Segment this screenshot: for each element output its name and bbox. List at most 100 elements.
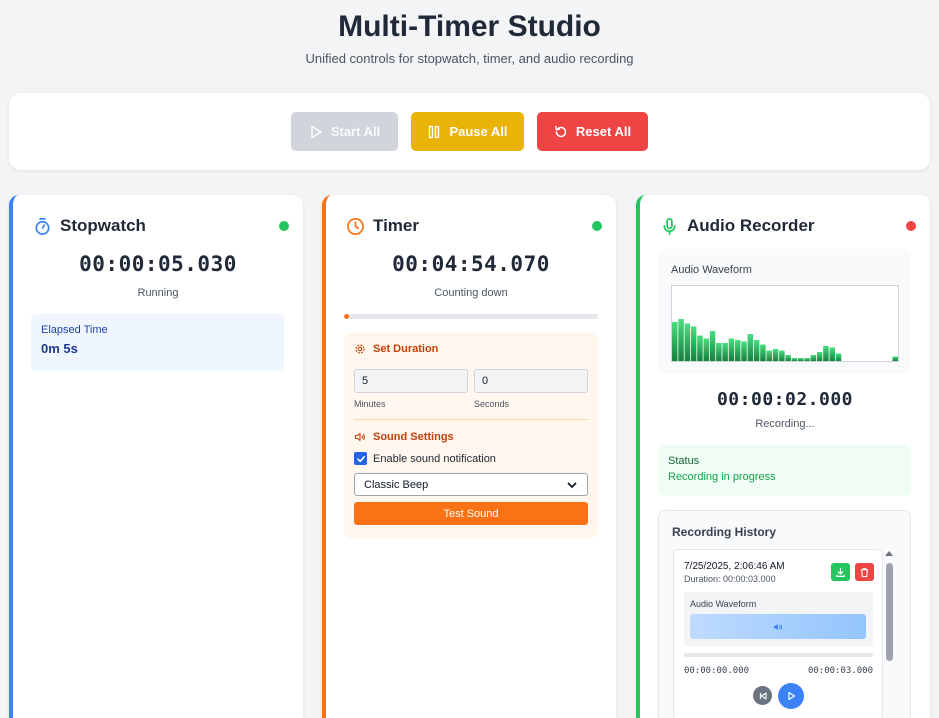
enable-sound-row: Enable sound notification bbox=[354, 452, 588, 465]
play-icon bbox=[311, 125, 322, 138]
page-header: Multi-Timer Studio Unified controls for … bbox=[0, 8, 939, 66]
waveform-bar bbox=[697, 335, 703, 361]
sound-settings-heading: Sound Settings bbox=[354, 431, 588, 443]
waveform-bars bbox=[672, 319, 898, 361]
waveform-bar bbox=[766, 350, 772, 361]
timer-title-text: Timer bbox=[373, 216, 419, 235]
waveform-bar bbox=[816, 352, 823, 361]
play-button[interactable] bbox=[778, 683, 804, 709]
playback-current-time: 00:00:00.000 bbox=[684, 666, 750, 676]
scroll-up-arrow[interactable] bbox=[885, 551, 893, 556]
waveform-bar bbox=[798, 358, 804, 361]
start-all-label: Start All bbox=[330, 124, 381, 139]
global-controls-panel: Start All Pause All Reset All bbox=[9, 93, 930, 170]
waveform-bar bbox=[703, 338, 709, 361]
gear-icon bbox=[355, 344, 365, 354]
waveform-bar bbox=[804, 358, 810, 361]
recorder-title-text: Audio Recorder bbox=[687, 216, 815, 235]
timer-card: Timer 00:04:54.070 Counting down Set Dur… bbox=[322, 195, 616, 718]
waveform-bar bbox=[722, 343, 728, 361]
stopwatch-status-dot bbox=[279, 221, 289, 231]
waveform-bar bbox=[747, 334, 754, 361]
pause-icon bbox=[429, 125, 440, 138]
waveform-bar bbox=[785, 355, 791, 361]
waveform-panel: Audio Waveform bbox=[658, 249, 911, 374]
status-label: Status bbox=[668, 455, 700, 467]
test-sound-button[interactable]: Test Sound bbox=[354, 502, 588, 525]
reset-all-label: Reset All bbox=[575, 124, 632, 139]
stopwatch-time: 00:00:05.030 bbox=[79, 252, 237, 276]
waveform-bar bbox=[760, 344, 766, 361]
waveform-bar bbox=[823, 346, 829, 361]
sound-select-value: Classic Beep bbox=[364, 478, 429, 491]
recorder-status: Recording... bbox=[755, 418, 815, 430]
recorder-time: 00:00:02.000 bbox=[716, 389, 854, 410]
waveform-label: Audio Waveform bbox=[671, 264, 752, 276]
enable-sound-label: Enable sound notification bbox=[373, 452, 496, 465]
waveform-bar bbox=[835, 353, 842, 361]
history-scrollbar[interactable] bbox=[885, 551, 894, 718]
reset-icon bbox=[555, 125, 567, 137]
waveform-bar bbox=[709, 331, 716, 361]
waveform-bar bbox=[716, 343, 722, 361]
waveform-bar bbox=[684, 323, 691, 361]
waveform-bar bbox=[791, 358, 798, 361]
sound-select[interactable]: Classic Beep bbox=[354, 473, 588, 496]
clock-icon bbox=[347, 217, 364, 235]
waveform-bar bbox=[779, 350, 785, 361]
set-duration-title: Set Duration bbox=[373, 343, 439, 355]
reset-all-button[interactable]: Reset All bbox=[537, 112, 648, 151]
set-duration-heading: Set Duration bbox=[354, 343, 588, 355]
play-icon bbox=[788, 691, 796, 701]
microphone-icon bbox=[663, 217, 676, 235]
trash-icon bbox=[860, 567, 869, 577]
minutes-input[interactable]: 5 bbox=[354, 369, 468, 393]
duration-inputs: 5 Minutes 0 Seconds bbox=[354, 369, 588, 409]
minutes-label: Minutes bbox=[354, 399, 386, 409]
waveform-bar bbox=[678, 319, 684, 361]
recording-duration: Duration: 00:00:03.000 bbox=[684, 574, 776, 584]
stopwatch-card: Stopwatch 00:00:05.030 Running Elapsed T… bbox=[9, 195, 303, 718]
recorder-status-box: Status Recording in progress bbox=[658, 445, 911, 496]
minutes-group: 5 Minutes bbox=[354, 369, 468, 409]
waveform-bar bbox=[892, 356, 898, 361]
timer-time: 00:04:54.070 bbox=[392, 252, 550, 276]
recording-history-panel: Recording History 7/25/2025, 2:06:46 AM … bbox=[658, 510, 911, 718]
stopwatch-title: Stopwatch bbox=[33, 216, 146, 236]
delete-button[interactable] bbox=[855, 563, 874, 581]
recording-waveform-bar[interactable] bbox=[690, 614, 866, 639]
stopwatch-icon bbox=[35, 217, 50, 235]
recorder-status-dot bbox=[906, 221, 916, 231]
start-all-button[interactable]: Start All bbox=[291, 112, 398, 151]
recording-item: 7/25/2025, 2:06:46 AM Duration: 00:00:03… bbox=[673, 549, 883, 718]
speaker-icon bbox=[354, 432, 365, 442]
enable-sound-checkbox[interactable] bbox=[354, 452, 367, 465]
waveform-bar bbox=[728, 338, 735, 361]
chevron-down-icon bbox=[567, 482, 577, 488]
scroll-thumb[interactable] bbox=[886, 563, 893, 661]
page-subtitle: Unified controls for stopwatch, timer, a… bbox=[305, 51, 634, 66]
timer-progress-fill bbox=[344, 314, 350, 319]
waveform-bar bbox=[690, 326, 697, 361]
timer-status: Counting down bbox=[434, 287, 508, 299]
check-icon bbox=[356, 455, 365, 462]
stopwatch-title-text: Stopwatch bbox=[60, 216, 146, 235]
pause-all-label: Pause All bbox=[449, 124, 508, 139]
sound-settings-title: Sound Settings bbox=[373, 431, 454, 443]
elapsed-time-label: Elapsed Time bbox=[41, 324, 108, 336]
waveform-bar bbox=[829, 347, 835, 361]
recorder-title: Audio Recorder bbox=[660, 216, 815, 236]
waveform-canvas bbox=[671, 285, 899, 362]
stopwatch-status: Running bbox=[137, 287, 179, 299]
skip-back-button[interactable] bbox=[753, 686, 772, 705]
waveform-bar bbox=[753, 340, 760, 361]
pause-all-button[interactable]: Pause All bbox=[411, 112, 524, 151]
download-button[interactable] bbox=[831, 563, 850, 581]
waveform-bar bbox=[741, 341, 747, 361]
elapsed-time-value: 0m 5s bbox=[41, 341, 78, 356]
skip-back-icon bbox=[759, 691, 767, 700]
recording-waveform: Audio Waveform bbox=[684, 592, 873, 646]
playback-seek-bar[interactable] bbox=[684, 653, 873, 657]
seconds-input[interactable]: 0 bbox=[474, 369, 588, 393]
timer-title: Timer bbox=[346, 216, 419, 236]
